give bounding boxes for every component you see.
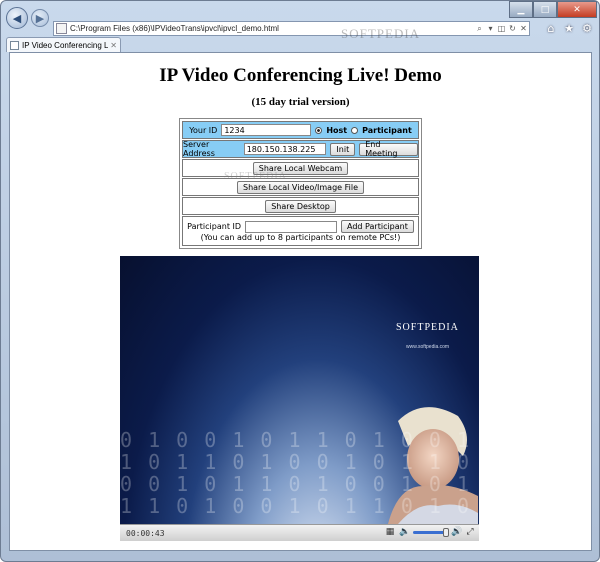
player-controls: 00:00:43 ▦ 🔈 🔊 ⤢ — [120, 524, 479, 541]
fullscreen-icon[interactable]: ⤢ — [465, 527, 475, 537]
volume-icon[interactable]: 🔊 — [451, 527, 462, 537]
volume-knob[interactable] — [443, 527, 449, 537]
forward-arrow-icon: ▶ — [35, 11, 45, 25]
search-icon[interactable]: ⌕ — [474, 24, 485, 34]
tab-label: IP Video Conferencing Live ... — [22, 40, 109, 50]
your-id-input[interactable]: 1234 — [221, 124, 312, 136]
share-desktop-button[interactable]: Share Desktop — [265, 199, 336, 213]
browser-toolbar: ⌂ ★ ⚙ — [545, 22, 593, 35]
minimize-icon: ▁ — [517, 4, 525, 15]
page-content: IP Video Conferencing Live! Demo (15 day… — [9, 52, 592, 551]
volume-slider[interactable] — [413, 527, 449, 537]
mute-icon[interactable]: 🔈 — [399, 527, 410, 537]
host-radio[interactable] — [315, 126, 323, 134]
video-player[interactable]: SOFTPEDIA www.softpedia.com 0 1 0 0 1 0 … — [120, 256, 479, 541]
refresh-icon[interactable]: ↻ — [507, 24, 518, 33]
your-id-row: Your ID 1234 Host Participant — [182, 121, 419, 139]
server-address-input[interactable]: 180.150.138.225 — [243, 143, 327, 155]
playback-time: 00:00:43 — [126, 528, 165, 538]
your-id-label: Your ID — [189, 125, 218, 135]
control-panel: Your ID 1234 Host Participant Server Add… — [179, 118, 422, 249]
video-logo: SOFTPEDIA — [396, 322, 459, 333]
address-bar[interactable]: C:\Program Files (x86)\IPVideoTrans\ipvc… — [53, 21, 530, 36]
minimize-button[interactable]: ▁ — [509, 1, 533, 18]
video-frame[interactable]: SOFTPEDIA www.softpedia.com 0 1 0 0 1 0 … — [120, 256, 479, 524]
page-subtitle: (15 day trial version) — [251, 96, 350, 108]
home-icon[interactable]: ⌂ — [545, 22, 557, 35]
close-button[interactable]: ✕ — [557, 1, 597, 18]
aspect-icon[interactable]: ▦ — [385, 527, 395, 537]
window-controls: ▁ □ ✕ — [509, 1, 597, 18]
page-title: IP Video Conferencing Live! Demo — [159, 65, 442, 86]
webcam-row: Share Local Webcam — [182, 159, 419, 177]
player-right-controls: ▦ 🔈 🔊 ⤢ — [385, 527, 475, 537]
participant-radio-label: Participant — [362, 125, 412, 135]
participant-id-input[interactable] — [245, 220, 338, 233]
close-icon: ✕ — [573, 4, 581, 15]
maximize-button[interactable]: □ — [533, 1, 557, 18]
compat-icon[interactable]: ◫ — [496, 24, 507, 33]
tab-page-icon — [10, 40, 19, 50]
init-button[interactable]: Init — [330, 142, 356, 156]
server-row: Server Address 180.150.138.225 Init End … — [182, 140, 419, 158]
share-webcam-button[interactable]: Share Local Webcam — [252, 161, 349, 175]
participant-radio[interactable] — [351, 126, 359, 134]
browser-tab[interactable]: IP Video Conferencing Live ... ✕ — [6, 37, 121, 52]
settings-gear-icon[interactable]: ⚙ — [581, 22, 593, 35]
video-url: www.softpedia.com — [406, 344, 450, 350]
dropdown-icon[interactable]: ▾ — [485, 24, 496, 33]
end-meeting-button[interactable]: End Meeting — [359, 140, 418, 158]
add-participant-button[interactable]: Add Participant — [341, 220, 414, 233]
participant-row: Participant ID Add Participant (You can … — [182, 216, 419, 246]
softpedia-watermark: SOFTPEDIA — [341, 26, 421, 41]
host-radio-label: Host — [326, 125, 348, 135]
title-bar: ◀ ▶ C:\Program Files (x86)\IPVideoTrans\… — [1, 1, 599, 41]
favorites-star-icon[interactable]: ★ — [563, 22, 575, 35]
back-arrow-icon: ◀ — [12, 11, 22, 25]
file-row: Share Local Video/Image File — [182, 178, 419, 196]
back-button[interactable]: ◀ — [6, 7, 28, 29]
stop-icon[interactable]: ✕ — [518, 24, 529, 33]
browser-window: ◀ ▶ C:\Program Files (x86)\IPVideoTrans\… — [0, 0, 600, 562]
forward-button[interactable]: ▶ — [31, 9, 49, 27]
server-address-label: Server Address — [183, 140, 215, 158]
tab-close-icon[interactable]: ✕ — [110, 41, 117, 50]
share-file-button[interactable]: Share Local Video/Image File — [237, 180, 364, 194]
page-icon — [56, 23, 67, 34]
binary-overlay: 0 1 0 0 1 0 1 1 0 1 0 0 1 1 0 1 1 0 1 0 … — [120, 429, 472, 518]
maximize-icon: □ — [540, 4, 550, 15]
participant-id-label: Participant ID — [187, 222, 242, 231]
participant-note: (You can add up to 8 participants on rem… — [200, 233, 401, 242]
desktop-row: Share Desktop — [182, 197, 419, 215]
